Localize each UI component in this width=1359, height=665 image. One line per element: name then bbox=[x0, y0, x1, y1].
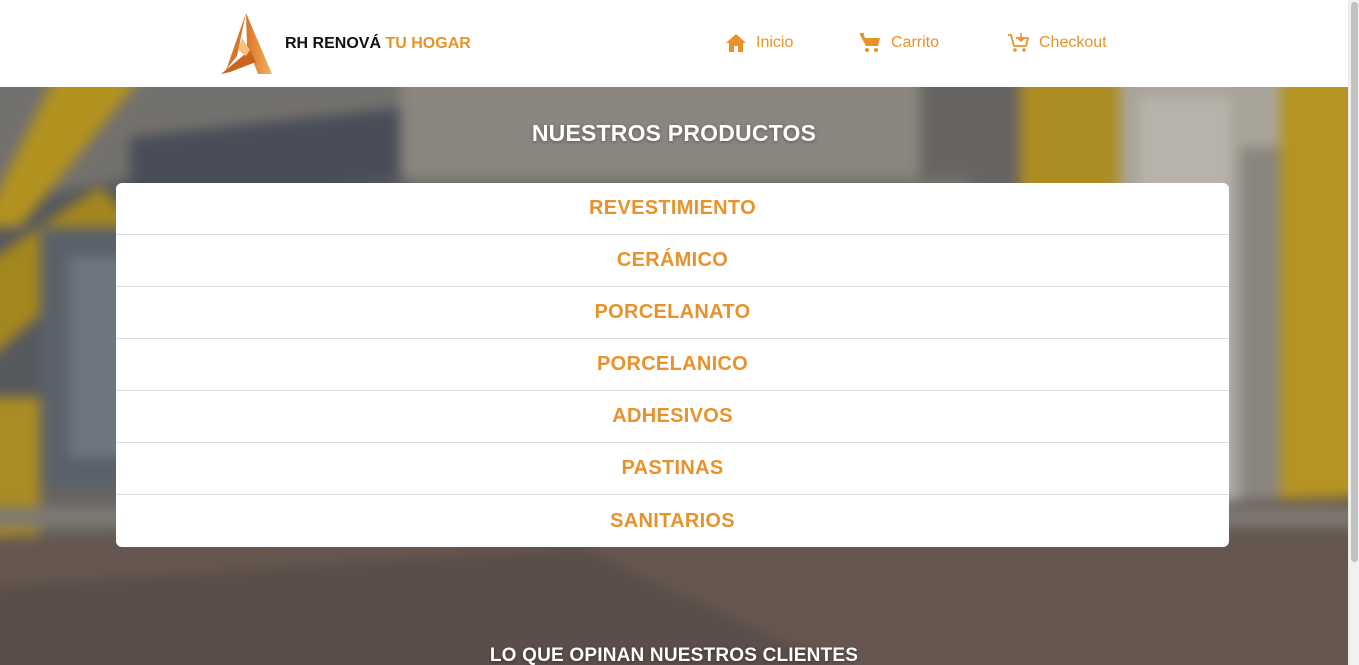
product-category-porcelanico[interactable]: PORCELANICO bbox=[116, 339, 1229, 391]
product-category-porcelanato[interactable]: PORCELANATO bbox=[116, 287, 1229, 339]
brand-name: RH RENOVÁ TU HOGAR bbox=[285, 35, 471, 53]
scrollbar-thumb[interactable] bbox=[1351, 2, 1358, 562]
site-header: RH RENOVÁ TU HOGAR Inicio Carrito Checko… bbox=[0, 0, 1348, 87]
page: RH RENOVÁ TU HOGAR Inicio Carrito Checko… bbox=[0, 0, 1359, 665]
nav-cart-label: Carrito bbox=[891, 34, 940, 51]
product-category-pastinas[interactable]: PASTINAS bbox=[116, 443, 1229, 495]
nav-home-link[interactable]: Inicio bbox=[725, 30, 793, 56]
nav-cart-link[interactable]: Carrito bbox=[859, 30, 939, 56]
product-category-list: REVESTIMIENTO CERÁMICO PORCELANATO PORCE… bbox=[116, 183, 1229, 547]
product-category-sanitarios[interactable]: SANITARIOS bbox=[116, 495, 1229, 547]
brand-logo-icon bbox=[221, 13, 272, 74]
brand-name-main: RH RENOVÁ bbox=[285, 34, 382, 52]
brand-name-accent: TU HOGAR bbox=[385, 34, 471, 52]
product-category-ceramico[interactable]: CERÁMICO bbox=[116, 235, 1229, 287]
reviews-title: LO QUE OPINAN NUESTROS CLIENTES bbox=[489, 645, 859, 665]
home-icon bbox=[726, 34, 746, 52]
product-category-revestimiento[interactable]: REVESTIMIENTO bbox=[116, 183, 1229, 235]
nav-checkout-label: Checkout bbox=[1039, 34, 1107, 51]
products-title: NUESTROS PRODUCTOS bbox=[531, 120, 817, 146]
cart-add-icon bbox=[1008, 33, 1029, 52]
cart-icon bbox=[860, 33, 880, 52]
page-scrollbar[interactable] bbox=[1348, 0, 1359, 665]
nav-checkout-link[interactable]: Checkout bbox=[1007, 30, 1107, 56]
product-category-adhesivos[interactable]: ADHESIVOS bbox=[116, 391, 1229, 443]
brand-link[interactable]: RH RENOVÁ TU HOGAR bbox=[220, 12, 471, 75]
nav-home-label: Inicio bbox=[756, 34, 794, 51]
